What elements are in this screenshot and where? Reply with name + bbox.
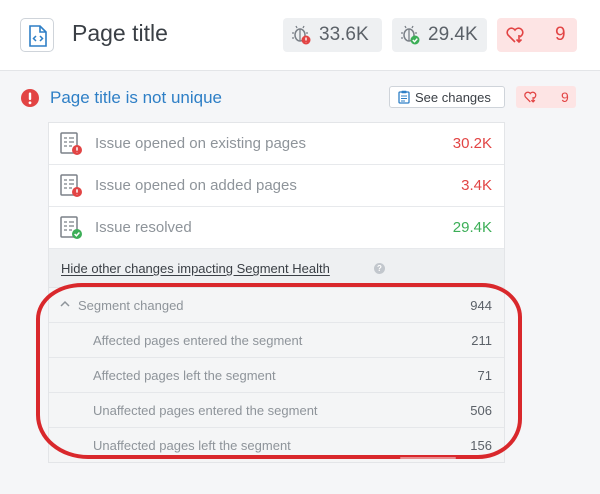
segment-detail-value: 506 bbox=[470, 403, 492, 418]
issue-health-badge[interactable]: 9 bbox=[516, 86, 576, 108]
code-file-icon bbox=[20, 18, 54, 52]
change-value: 29.4K bbox=[452, 219, 492, 236]
bug-check-icon bbox=[401, 25, 420, 45]
changes-panel: Issue opened on existing pages 30.2K Iss… bbox=[48, 122, 505, 463]
page-title: Page title bbox=[72, 20, 168, 46]
segment-detail-label: Unaffected pages entered the segment bbox=[93, 403, 318, 418]
segment-changed-row[interactable]: Segment changed 944 bbox=[49, 288, 504, 323]
stat-issues-resolved[interactable]: 29.4K bbox=[392, 18, 487, 52]
help-icon[interactable]: ? bbox=[374, 263, 385, 274]
segment-detail-row: Affected pages entered the segment 211 bbox=[49, 323, 504, 358]
hide-changes-link[interactable]: Hide other changes impacting Segment Hea… bbox=[61, 261, 330, 276]
bug-alert-icon bbox=[292, 25, 311, 45]
segment-value: 944 bbox=[470, 298, 492, 313]
change-row[interactable]: Issue opened on added pages 3.4K bbox=[49, 165, 504, 207]
doc-check-icon bbox=[60, 216, 82, 239]
see-changes-button[interactable]: See changes bbox=[389, 86, 505, 108]
hide-changes-row: Hide other changes impacting Segment Hea… bbox=[49, 249, 504, 288]
change-value: 30.2K bbox=[452, 135, 492, 152]
issue-title[interactable]: Page title is not unique bbox=[50, 88, 222, 108]
segment-detail-value: 71 bbox=[477, 368, 492, 383]
stat-value: 29.4K bbox=[428, 24, 478, 45]
issue-badge-value: 9 bbox=[561, 89, 569, 105]
segment-detail-row: Unaffected pages entered the segment 506 bbox=[49, 393, 504, 428]
stat-issues-opened[interactable]: 33.6K bbox=[283, 18, 382, 52]
segment-detail-label: Affected pages left the segment bbox=[93, 368, 276, 383]
doc-alert-icon bbox=[60, 132, 82, 155]
heart-down-icon bbox=[524, 91, 537, 103]
stat-value: 33.6K bbox=[319, 24, 369, 45]
doc-alert-icon bbox=[60, 174, 82, 197]
change-label: Issue resolved bbox=[95, 219, 192, 236]
segment-detail-label: Affected pages entered the segment bbox=[93, 333, 303, 348]
segment-detail-value: 211 bbox=[471, 333, 492, 348]
change-label: Issue opened on added pages bbox=[95, 177, 297, 194]
change-row[interactable]: Issue opened on existing pages 30.2K bbox=[49, 123, 504, 165]
segment-detail-value: 156 bbox=[470, 438, 492, 453]
segment-label: Segment changed bbox=[78, 298, 184, 313]
alert-icon bbox=[21, 89, 39, 107]
change-value: 3.4K bbox=[461, 177, 492, 194]
page-header: Page title 33.6K 29.4K 9 bbox=[0, 0, 600, 71]
chevron-up-icon[interactable] bbox=[60, 300, 70, 307]
see-changes-label: See changes bbox=[415, 89, 491, 105]
issue-row: Page title is not unique See changes 9 bbox=[20, 86, 580, 112]
stat-health-drop[interactable]: 9 bbox=[497, 18, 577, 52]
change-row[interactable]: Issue resolved 29.4K bbox=[49, 207, 504, 249]
highlight-annotation-tail bbox=[400, 457, 456, 459]
clipboard-icon bbox=[398, 90, 410, 104]
stat-value: 9 bbox=[555, 24, 566, 45]
heart-down-icon bbox=[506, 27, 524, 44]
change-label: Issue opened on existing pages bbox=[95, 135, 306, 152]
segment-detail-label: Unaffected pages left the segment bbox=[93, 438, 291, 453]
segment-detail-row: Affected pages left the segment 71 bbox=[49, 358, 504, 393]
